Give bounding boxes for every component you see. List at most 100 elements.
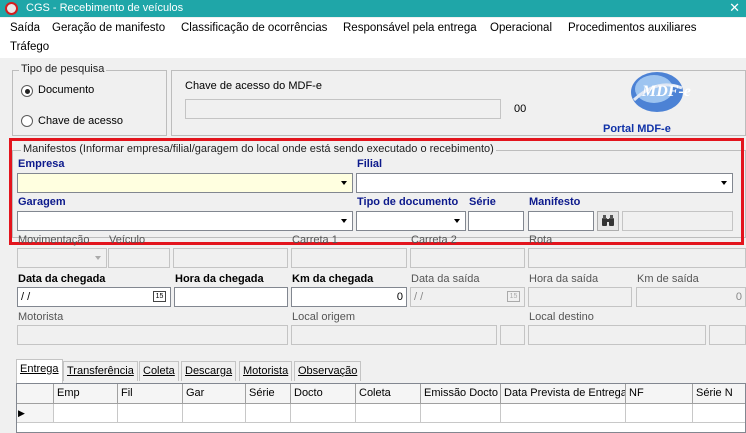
km-saida-input[interactable]: 0 <box>636 287 746 307</box>
filial-label: Filial <box>357 158 383 170</box>
grid-col-header[interactable]: Docto <box>291 384 356 404</box>
mdfe-logo-mark: MDF-e <box>641 83 691 100</box>
grid-cell[interactable] <box>356 404 421 423</box>
tab-coleta[interactable]: Coleta <box>139 361 179 381</box>
km-saida-label: Km de saída <box>637 273 699 285</box>
binoculars-icon <box>602 215 614 226</box>
grid-col-header[interactable]: Coleta <box>356 384 421 404</box>
movimentacao-label: Movimentação <box>18 234 90 246</box>
rota-label: Rota <box>529 234 553 246</box>
menu-procedimentos-auxiliares[interactable]: Procedimentos auxiliares <box>568 22 696 34</box>
grid-col-header[interactable]: Data Prevista de Entrega <box>501 384 626 404</box>
hora-chegada-input[interactable] <box>174 287 288 307</box>
serie-label: Série <box>469 196 496 208</box>
calendar-icon[interactable]: 15 <box>153 291 166 302</box>
menu-classificacao-ocorrencias[interactable]: Classificação de ocorrências <box>181 22 327 34</box>
search-type-legend: Tipo de pesquisa <box>19 63 107 75</box>
grid-cell[interactable] <box>291 404 356 423</box>
access-key-suffix: 00 <box>514 103 527 115</box>
veiculo-label: Veículo <box>109 234 146 246</box>
data-chegada-value: / / <box>21 291 31 303</box>
filial-combo[interactable] <box>356 173 733 193</box>
access-key-label: Chave de acesso do MDF-e <box>185 80 322 92</box>
menu-operacional[interactable]: Operacional <box>490 22 552 34</box>
empresa-label: Empresa <box>18 158 65 170</box>
veiculo-input[interactable] <box>108 248 170 268</box>
menu-responsavel-entrega[interactable]: Responsável pela entrega <box>343 22 477 34</box>
radio-documento[interactable] <box>21 85 33 97</box>
menu-saida[interactable]: Saída <box>10 22 40 34</box>
local-destino-input[interactable] <box>528 325 706 345</box>
motorista-input[interactable] <box>17 325 288 345</box>
entrega-grid[interactable]: Emp Fil Gar Série Docto Coleta Emissão D… <box>16 383 746 433</box>
grid-col-header[interactable]: Fil <box>118 384 183 404</box>
garagem-label: Garagem <box>18 196 66 208</box>
data-chegada-label: Data da chegada <box>18 273 106 285</box>
menu-trafego[interactable]: Tráfego <box>10 41 49 53</box>
carreta1-input[interactable] <box>291 248 407 268</box>
row-pointer-icon: ▶ <box>17 404 54 423</box>
manifesto-input[interactable] <box>528 211 594 231</box>
grid-indicator-header <box>17 384 54 404</box>
manifesto-search-button[interactable] <box>597 211 619 231</box>
grid-cell[interactable] <box>501 404 626 423</box>
dropdown-arrow-icon[interactable] <box>336 174 352 192</box>
empresa-combo[interactable] <box>17 173 353 193</box>
grid-col-header[interactable]: Série <box>246 384 291 404</box>
grid-cell[interactable] <box>118 404 183 423</box>
tab-transferencia[interactable]: Transferência <box>63 361 138 381</box>
local-origem-input[interactable] <box>291 325 497 345</box>
garagem-combo[interactable] <box>17 211 353 231</box>
tab-observacao[interactable]: Observação <box>294 361 362 381</box>
dropdown-arrow-icon[interactable] <box>449 212 465 230</box>
data-saida-value: / / <box>414 291 424 303</box>
rota-input[interactable] <box>528 248 746 268</box>
mdfe-logo-icon: MDF-e <box>631 72 691 112</box>
menu-geracao-manifesto[interactable]: Geração de manifesto <box>52 22 165 34</box>
carreta1-label: Carreta 1 <box>292 234 338 246</box>
dropdown-arrow-icon[interactable] <box>336 212 352 230</box>
grid-col-header[interactable]: NF <box>626 384 693 404</box>
local-origem-code <box>500 325 525 345</box>
movimentacao-combo[interactable] <box>17 248 107 268</box>
portal-mdfe-logo-text: Portal MDF-e <box>603 123 671 135</box>
data-chegada-input[interactable]: / / <box>17 287 171 307</box>
grid-cell[interactable] <box>626 404 693 423</box>
close-icon[interactable]: ✕ <box>729 0 740 16</box>
tab-motorista[interactable]: Motorista <box>239 361 293 381</box>
hora-chegada-label: Hora da chegada <box>175 273 264 285</box>
manifests-legend: Manifestos (Informar empresa/filial/gara… <box>21 143 496 155</box>
grid-cell[interactable] <box>183 404 246 423</box>
manifesto-description-field <box>622 211 733 231</box>
radio-chave-acesso[interactable] <box>21 115 33 127</box>
serie-input[interactable] <box>468 211 524 231</box>
grid-col-header[interactable]: Emissão Docto <box>421 384 501 404</box>
grid-cell[interactable] <box>693 404 745 423</box>
grid-col-header[interactable]: Emp <box>54 384 118 404</box>
menu-bar: Saída Geração de manifesto Classificação… <box>0 18 746 58</box>
app-logo-icon <box>5 2 18 15</box>
local-destino-label: Local destino <box>529 311 594 323</box>
local-destino-code <box>709 325 746 345</box>
local-origem-label: Local origem <box>292 311 355 323</box>
km-chegada-label: Km da chegada <box>292 273 374 285</box>
motorista-label: Motorista <box>18 311 64 323</box>
hora-saida-input[interactable] <box>528 287 632 307</box>
dropdown-arrow-icon[interactable] <box>90 249 106 267</box>
calendar-icon[interactable]: 15 <box>507 291 520 302</box>
grid-cell[interactable] <box>246 404 291 423</box>
radio-chave-acesso-label: Chave de acesso <box>38 115 123 127</box>
dropdown-arrow-icon[interactable] <box>716 174 732 192</box>
tipo-documento-combo[interactable] <box>356 211 466 231</box>
access-key-input[interactable] <box>185 99 501 119</box>
grid-cell[interactable] <box>421 404 501 423</box>
carreta2-label: Carreta 2 <box>411 234 457 246</box>
carreta2-input[interactable] <box>410 248 525 268</box>
km-chegada-input[interactable]: 0 <box>291 287 407 307</box>
grid-col-header[interactable]: Série N <box>693 384 745 404</box>
grid-cell[interactable] <box>54 404 118 423</box>
grid-col-header[interactable]: Gar <box>183 384 246 404</box>
tab-entrega[interactable]: Entrega <box>16 359 63 383</box>
tab-descarga[interactable]: Descarga <box>181 361 237 381</box>
veiculo-description-field <box>173 248 288 268</box>
